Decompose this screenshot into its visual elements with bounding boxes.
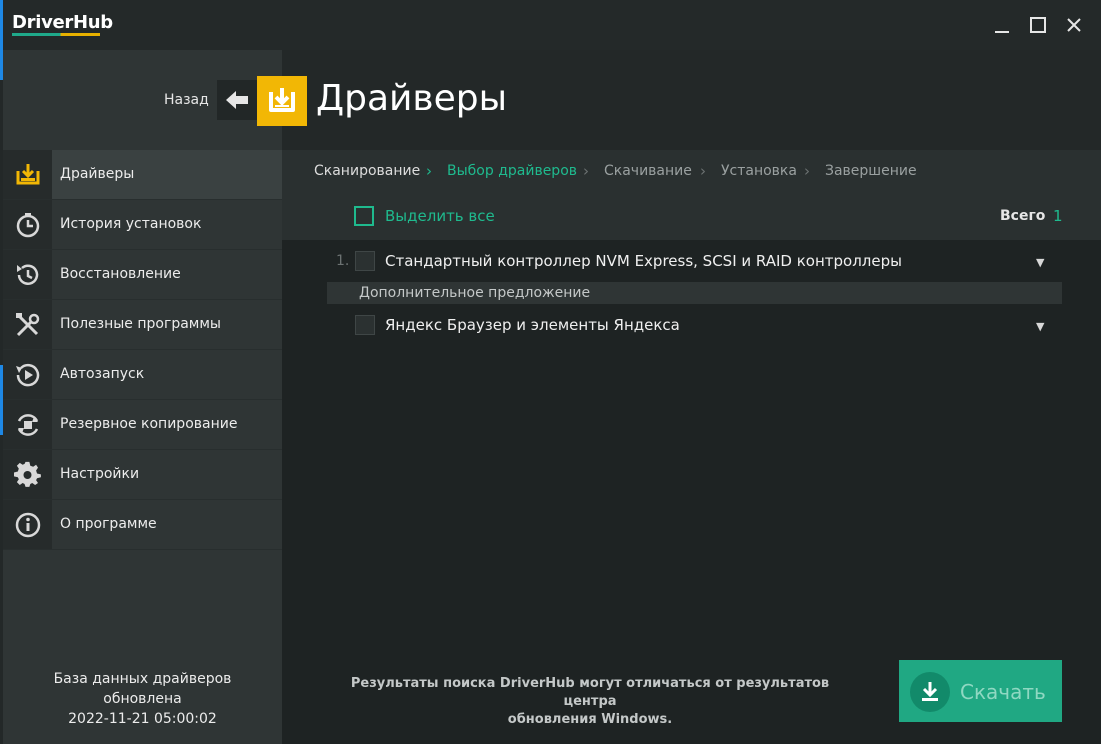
page-title: Драйверы bbox=[316, 78, 508, 119]
total-label: Всего bbox=[1000, 208, 1046, 224]
sidebar-item-label: Драйверы bbox=[60, 166, 135, 182]
footer-note-line1: Результаты поиска DriverHub могут отлича… bbox=[350, 676, 830, 709]
history-icon bbox=[3, 200, 52, 249]
sidebar-item-label: Полезные программы bbox=[60, 316, 221, 332]
breadcrumb-step-scan: Сканирование bbox=[314, 163, 421, 179]
back-label[interactable]: Назад bbox=[164, 92, 209, 108]
sidebar-item-label: О программе bbox=[60, 516, 157, 532]
chevron-right-icon: › bbox=[700, 162, 706, 180]
sidebar-item-label: История установок bbox=[60, 216, 202, 232]
sidebar-item-label: Настройки bbox=[60, 466, 140, 482]
select-all-checkbox[interactable] bbox=[354, 206, 374, 226]
driver-name: Стандартный контроллер NVM Express, SCSI… bbox=[385, 252, 902, 270]
sidebar-item-autostart[interactable]: Автозапуск bbox=[3, 350, 282, 400]
database-info-date: 2022-11-21 05:00:02 bbox=[68, 711, 217, 727]
chevron-right-icon: › bbox=[804, 162, 810, 180]
arrow-left-icon bbox=[226, 91, 248, 109]
tools-icon bbox=[3, 300, 52, 349]
logo-underline bbox=[12, 33, 100, 36]
maximize-icon bbox=[1030, 17, 1046, 33]
app-logo: DriverHub bbox=[12, 12, 113, 33]
select-all-label[interactable]: Выделить все bbox=[385, 207, 495, 225]
download-icon bbox=[910, 672, 950, 712]
sidebar-item-settings[interactable]: Настройки bbox=[3, 450, 282, 500]
breadcrumb-step-download: Скачивание bbox=[604, 163, 692, 179]
extra-offer-name: Яндекс Браузер и элементы Яндекса bbox=[385, 316, 680, 334]
driver-checkbox[interactable] bbox=[355, 251, 375, 271]
extra-offer-checkbox[interactable] bbox=[355, 315, 375, 335]
minimize-button[interactable] bbox=[988, 11, 1016, 39]
maximize-button[interactable] bbox=[1024, 11, 1052, 39]
extra-offer-label: Дополнительное предложение bbox=[359, 285, 591, 301]
sidebar-item-backup[interactable]: Резервное копирование bbox=[3, 400, 282, 450]
minimize-icon bbox=[995, 31, 1009, 33]
breadcrumb-step-finish: Завершение bbox=[825, 163, 917, 179]
autostart-icon bbox=[3, 350, 52, 399]
info-icon bbox=[3, 500, 52, 549]
chevron-right-icon: › bbox=[583, 162, 589, 180]
database-info: База данных драйверов обновлена 2022-11-… bbox=[3, 669, 282, 729]
footer-note-line2: обновления Windows. bbox=[507, 712, 673, 727]
footer-note: Результаты поиска DriverHub могут отлича… bbox=[325, 675, 855, 729]
expand-arrow-icon[interactable]: ▼ bbox=[1036, 320, 1044, 333]
drivers-icon bbox=[3, 150, 52, 199]
sidebar-item-restore[interactable]: Восстановление bbox=[3, 250, 282, 300]
title-bar bbox=[0, 0, 1101, 50]
backup-icon bbox=[3, 400, 52, 449]
sidebar-item-tools[interactable]: Полезные программы bbox=[3, 300, 282, 350]
sidebar-item-drivers[interactable]: Драйверы bbox=[3, 150, 282, 200]
download-button-label: Скачать bbox=[960, 680, 1046, 704]
breadcrumb-step-install: Установка bbox=[721, 163, 797, 179]
total-count: 1 bbox=[1053, 207, 1063, 225]
gear-icon bbox=[3, 450, 52, 499]
sidebar-item-label: Восстановление bbox=[60, 266, 181, 282]
sidebar-item-label: Автозапуск bbox=[60, 366, 145, 382]
database-info-line1: База данных драйверов bbox=[53, 671, 232, 687]
database-info-line2: обновлена bbox=[103, 691, 182, 707]
sidebar-item-label: Резервное копирование bbox=[60, 416, 238, 432]
breadcrumb-step-select: Выбор драйверов bbox=[447, 163, 578, 179]
expand-arrow-icon[interactable]: ▼ bbox=[1036, 256, 1044, 269]
restore-icon bbox=[3, 250, 52, 299]
sidebar-item-about[interactable]: О программе bbox=[3, 500, 282, 550]
chevron-right-icon: › bbox=[426, 162, 432, 180]
back-button[interactable] bbox=[217, 80, 257, 120]
close-button[interactable] bbox=[1060, 11, 1088, 39]
drivers-title-icon bbox=[257, 76, 307, 126]
close-icon bbox=[1067, 18, 1081, 32]
driver-row-number: 1. bbox=[336, 253, 350, 269]
sidebar-item-history[interactable]: История установок bbox=[3, 200, 282, 250]
